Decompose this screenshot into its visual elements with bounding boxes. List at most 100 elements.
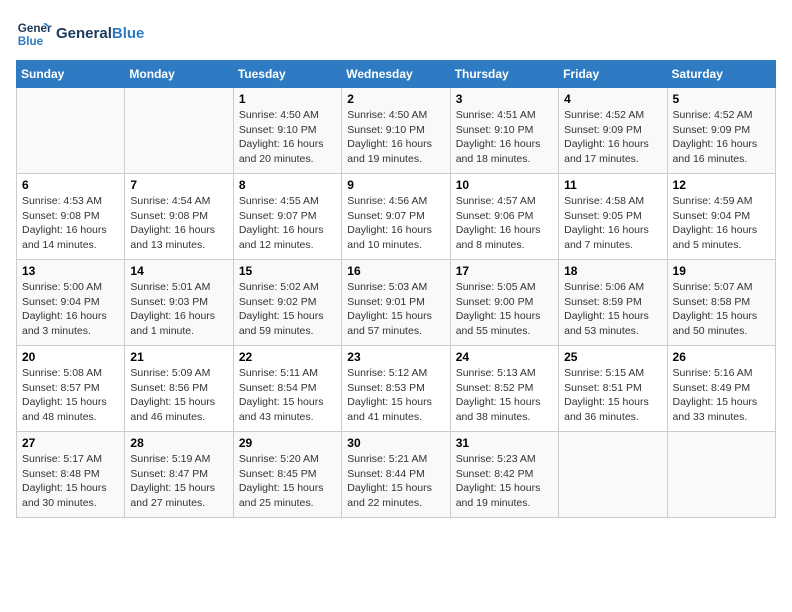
day-number: 14	[130, 264, 227, 278]
day-number: 1	[239, 92, 336, 106]
week-row-3: 13 Sunrise: 5:00 AM Sunset: 9:04 PM Dayli…	[17, 260, 776, 346]
day-cell: 10 Sunrise: 4:57 AM Sunset: 9:06 PM Dayli…	[450, 174, 558, 260]
header-cell-friday: Friday	[559, 61, 667, 88]
day-cell: 13 Sunrise: 5:00 AM Sunset: 9:04 PM Dayli…	[17, 260, 125, 346]
day-number: 11	[564, 178, 661, 192]
day-cell: 25 Sunrise: 5:15 AM Sunset: 8:51 PM Dayli…	[559, 346, 667, 432]
day-cell: 1 Sunrise: 4:50 AM Sunset: 9:10 PM Daylig…	[233, 88, 341, 174]
day-number: 20	[22, 350, 119, 364]
svg-text:Blue: Blue	[18, 35, 44, 48]
day-cell: 16 Sunrise: 5:03 AM Sunset: 9:01 PM Dayli…	[342, 260, 450, 346]
day-cell: 12Sunrise: 4:59 AM Sunset: 9:04 PM Dayli…	[667, 174, 775, 260]
day-info: Sunrise: 4:50 AM Sunset: 9:10 PM Dayligh…	[347, 108, 444, 167]
day-number: 23	[347, 350, 444, 364]
week-row-1: 1 Sunrise: 4:50 AM Sunset: 9:10 PM Daylig…	[17, 88, 776, 174]
day-info: Sunrise: 5:05 AM Sunset: 9:00 PM Dayligh…	[456, 280, 553, 339]
day-number: 12	[673, 178, 770, 192]
logo-text: GeneralBlue	[56, 25, 144, 43]
day-info: Sunrise: 5:15 AM Sunset: 8:51 PM Dayligh…	[564, 366, 661, 425]
day-number: 9	[347, 178, 444, 192]
page-header: General Blue GeneralBlue	[16, 16, 776, 52]
day-info: Sunrise: 5:17 AM Sunset: 8:48 PM Dayligh…	[22, 452, 119, 511]
day-info: Sunrise: 5:03 AM Sunset: 9:01 PM Dayligh…	[347, 280, 444, 339]
day-cell: 20 Sunrise: 5:08 AM Sunset: 8:57 PM Dayli…	[17, 346, 125, 432]
day-number: 22	[239, 350, 336, 364]
day-cell: 30Sunrise: 5:21 AM Sunset: 8:44 PM Dayli…	[342, 432, 450, 518]
day-number: 30	[347, 436, 444, 450]
day-info: Sunrise: 5:12 AM Sunset: 8:53 PM Dayligh…	[347, 366, 444, 425]
day-cell: 11 Sunrise: 4:58 AM Sunset: 9:05 PM Dayli…	[559, 174, 667, 260]
day-cell: 22Sunrise: 5:11 AM Sunset: 8:54 PM Dayli…	[233, 346, 341, 432]
day-number: 18	[564, 264, 661, 278]
day-cell: 26 Sunrise: 5:16 AM Sunset: 8:49 PM Dayli…	[667, 346, 775, 432]
day-number: 17	[456, 264, 553, 278]
day-number: 5	[673, 92, 770, 106]
day-cell: 3 Sunrise: 4:51 AM Sunset: 9:10 PM Daylig…	[450, 88, 558, 174]
day-info: Sunrise: 4:50 AM Sunset: 9:10 PM Dayligh…	[239, 108, 336, 167]
day-cell: 17 Sunrise: 5:05 AM Sunset: 9:00 PM Dayli…	[450, 260, 558, 346]
week-row-4: 20 Sunrise: 5:08 AM Sunset: 8:57 PM Dayli…	[17, 346, 776, 432]
day-info: Sunrise: 4:54 AM Sunset: 9:08 PM Dayligh…	[130, 194, 227, 253]
day-number: 26	[673, 350, 770, 364]
week-row-5: 27 Sunrise: 5:17 AM Sunset: 8:48 PM Dayli…	[17, 432, 776, 518]
day-number: 24	[456, 350, 553, 364]
day-number: 7	[130, 178, 227, 192]
day-number: 10	[456, 178, 553, 192]
day-cell: 6Sunrise: 4:53 AM Sunset: 9:08 PM Daylig…	[17, 174, 125, 260]
day-number: 2	[347, 92, 444, 106]
logo-icon: General Blue	[16, 16, 52, 52]
day-info: Sunrise: 5:08 AM Sunset: 8:57 PM Dayligh…	[22, 366, 119, 425]
day-info: Sunrise: 5:00 AM Sunset: 9:04 PM Dayligh…	[22, 280, 119, 339]
day-number: 3	[456, 92, 553, 106]
calendar-header: SundayMondayTuesdayWednesdayThursdayFrid…	[17, 61, 776, 88]
day-cell: 28 Sunrise: 5:19 AM Sunset: 8:47 PM Dayli…	[125, 432, 233, 518]
header-cell-sunday: Sunday	[17, 61, 125, 88]
day-number: 28	[130, 436, 227, 450]
day-number: 16	[347, 264, 444, 278]
day-info: Sunrise: 5:07 AM Sunset: 8:58 PM Dayligh…	[673, 280, 770, 339]
day-cell: 14 Sunrise: 5:01 AM Sunset: 9:03 PM Dayli…	[125, 260, 233, 346]
header-row: SundayMondayTuesdayWednesdayThursdayFrid…	[17, 61, 776, 88]
day-number: 4	[564, 92, 661, 106]
day-cell: 29 Sunrise: 5:20 AM Sunset: 8:45 PM Dayli…	[233, 432, 341, 518]
day-info: Sunrise: 4:56 AM Sunset: 9:07 PM Dayligh…	[347, 194, 444, 253]
day-number: 29	[239, 436, 336, 450]
day-info: Sunrise: 4:58 AM Sunset: 9:05 PM Dayligh…	[564, 194, 661, 253]
day-info: Sunrise: 5:13 AM Sunset: 8:52 PM Dayligh…	[456, 366, 553, 425]
day-cell: 7 Sunrise: 4:54 AM Sunset: 9:08 PM Daylig…	[125, 174, 233, 260]
day-info: Sunrise: 5:06 AM Sunset: 8:59 PM Dayligh…	[564, 280, 661, 339]
day-info: Sunrise: 5:19 AM Sunset: 8:47 PM Dayligh…	[130, 452, 227, 511]
day-info: Sunrise: 5:16 AM Sunset: 8:49 PM Dayligh…	[673, 366, 770, 425]
day-cell: 19 Sunrise: 5:07 AM Sunset: 8:58 PM Dayli…	[667, 260, 775, 346]
day-cell: 18 Sunrise: 5:06 AM Sunset: 8:59 PM Dayli…	[559, 260, 667, 346]
day-info: Sunrise: 4:51 AM Sunset: 9:10 PM Dayligh…	[456, 108, 553, 167]
day-info: Sunrise: 5:02 AM Sunset: 9:02 PM Dayligh…	[239, 280, 336, 339]
calendar-table: SundayMondayTuesdayWednesdayThursdayFrid…	[16, 60, 776, 518]
day-cell: 27 Sunrise: 5:17 AM Sunset: 8:48 PM Dayli…	[17, 432, 125, 518]
day-cell	[559, 432, 667, 518]
day-cell	[667, 432, 775, 518]
header-cell-wednesday: Wednesday	[342, 61, 450, 88]
day-info: Sunrise: 4:55 AM Sunset: 9:07 PM Dayligh…	[239, 194, 336, 253]
day-info: Sunrise: 5:23 AM Sunset: 8:42 PM Dayligh…	[456, 452, 553, 511]
day-cell	[125, 88, 233, 174]
day-info: Sunrise: 5:01 AM Sunset: 9:03 PM Dayligh…	[130, 280, 227, 339]
day-cell	[17, 88, 125, 174]
week-row-2: 6Sunrise: 4:53 AM Sunset: 9:08 PM Daylig…	[17, 174, 776, 260]
day-cell: 8Sunrise: 4:55 AM Sunset: 9:07 PM Daylig…	[233, 174, 341, 260]
day-number: 13	[22, 264, 119, 278]
calendar-body: 1 Sunrise: 4:50 AM Sunset: 9:10 PM Daylig…	[17, 88, 776, 518]
day-number: 21	[130, 350, 227, 364]
day-info: Sunrise: 5:20 AM Sunset: 8:45 PM Dayligh…	[239, 452, 336, 511]
day-cell: 21Sunrise: 5:09 AM Sunset: 8:56 PM Dayli…	[125, 346, 233, 432]
day-cell: 9 Sunrise: 4:56 AM Sunset: 9:07 PM Daylig…	[342, 174, 450, 260]
day-number: 25	[564, 350, 661, 364]
header-cell-tuesday: Tuesday	[233, 61, 341, 88]
day-info: Sunrise: 4:57 AM Sunset: 9:06 PM Dayligh…	[456, 194, 553, 253]
day-number: 19	[673, 264, 770, 278]
day-number: 27	[22, 436, 119, 450]
day-info: Sunrise: 4:52 AM Sunset: 9:09 PM Dayligh…	[673, 108, 770, 167]
day-cell: 4Sunrise: 4:52 AM Sunset: 9:09 PM Daylig…	[559, 88, 667, 174]
day-number: 31	[456, 436, 553, 450]
logo: General Blue GeneralBlue	[16, 16, 144, 52]
